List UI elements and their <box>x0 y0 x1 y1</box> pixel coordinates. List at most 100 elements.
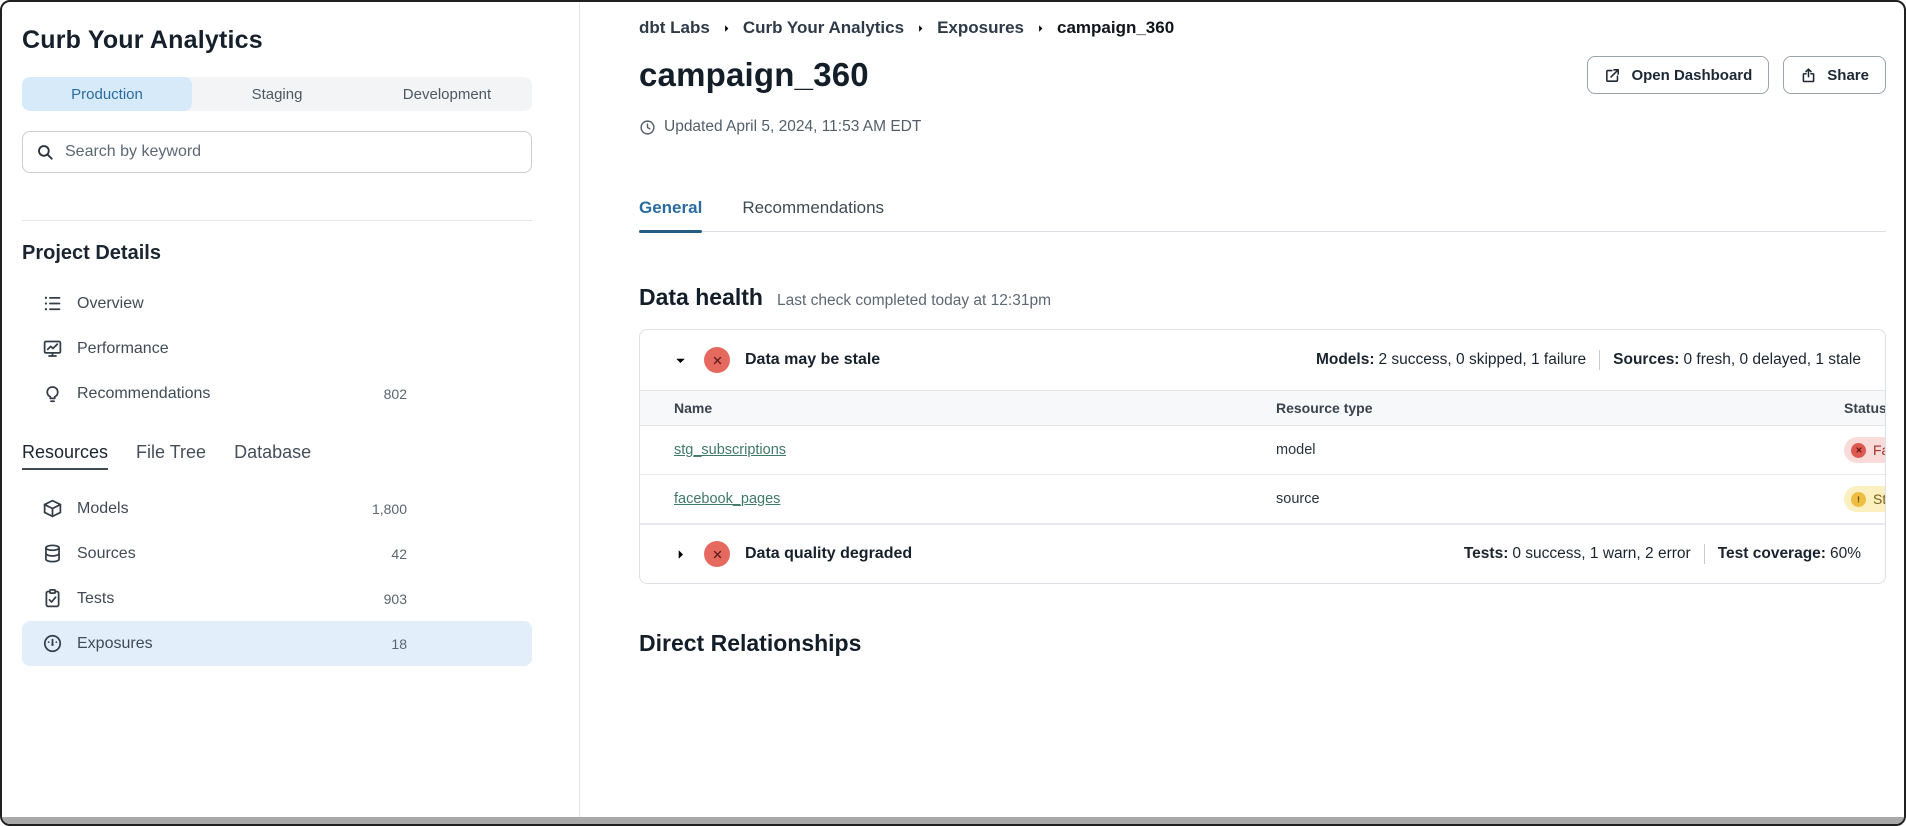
sidebar-item-overview[interactable]: Overview <box>22 281 532 326</box>
sidebar-divider <box>22 220 532 221</box>
stale-section-stats: Models:2 success, 0 skipped, 1 failure S… <box>1316 350 1861 370</box>
error-circle-icon <box>704 347 730 373</box>
search-input[interactable] <box>65 143 518 161</box>
list-icon <box>42 293 63 314</box>
share-icon <box>1800 67 1817 84</box>
env-tab-staging[interactable]: Staging <box>192 77 362 111</box>
cube-icon <box>42 498 63 519</box>
tests-count: 903 <box>384 591 407 607</box>
tab-file-tree[interactable]: File Tree <box>136 442 206 470</box>
sidebar-item-label: Models <box>77 500 129 518</box>
sidebar-item-sources[interactable]: Sources 42 <box>22 531 532 576</box>
failure-x-icon <box>1851 443 1866 458</box>
detail-tabs: General Recommendations <box>639 198 1886 232</box>
env-tab-production[interactable]: Production <box>22 77 192 111</box>
lightbulb-icon <box>42 383 63 404</box>
app-window: Curb Your Analytics Production Staging D… <box>0 0 1906 826</box>
stale-section-title: Data may be stale <box>745 351 880 369</box>
gauge-icon <box>42 633 63 654</box>
stale-section-header[interactable]: Data may be stale Models:2 success, 0 sk… <box>640 330 1885 390</box>
sidebar-item-label: Recommendations <box>77 385 210 403</box>
sidebar-item-label: Sources <box>77 545 136 563</box>
last-check-text: Last check completed today at 12:31pm <box>777 292 1051 310</box>
resource-link-stg-subscriptions[interactable]: stg_subscriptions <box>674 442 786 458</box>
column-status: Status <box>1810 391 1885 426</box>
project-details-list: Overview Performance <box>22 281 532 416</box>
stale-exclamation-icon <box>1851 492 1866 507</box>
recommendations-count: 802 <box>384 386 407 402</box>
sidebar-item-label: Performance <box>77 340 169 358</box>
chevron-right-icon <box>721 23 732 34</box>
horizontal-scrollbar[interactable] <box>2 817 1904 824</box>
exposures-count: 18 <box>391 636 407 652</box>
resource-type-cell: model <box>1242 426 1810 475</box>
breadcrumb-dbt-labs[interactable]: dbt Labs <box>639 18 710 38</box>
data-health-card: Data may be stale Models:2 success, 0 sk… <box>639 329 1886 584</box>
status-badge-stale: Stale <box>1844 486 1886 512</box>
models-stat: Models:2 success, 0 skipped, 1 failure <box>1316 351 1586 369</box>
project-details-heading: Project Details <box>22 242 532 265</box>
direct-relationships-heading: Direct Relationships <box>639 630 1886 657</box>
sidebar-item-tests[interactable]: Tests 903 <box>22 576 532 621</box>
monitor-chart-icon <box>42 338 63 359</box>
sidebar-item-label: Overview <box>77 295 144 313</box>
status-badge-failure: Failure <box>1844 437 1886 463</box>
resource-link-facebook-pages[interactable]: facebook_pages <box>674 491 780 507</box>
sidebar-item-exposures[interactable]: Exposures 18 <box>22 621 532 666</box>
sidebar-item-label: Tests <box>77 590 114 608</box>
title-actions: Open Dashboard Share <box>1587 56 1886 94</box>
table-row: stg_subscriptions model Failure <box>640 426 1885 475</box>
tab-resources[interactable]: Resources <box>22 442 108 470</box>
column-name: Name <box>640 391 1242 426</box>
resource-view-tabs: Resources File Tree Database <box>22 442 532 470</box>
breadcrumb-current: campaign_360 <box>1057 18 1174 38</box>
chevron-down-icon[interactable] <box>672 352 689 369</box>
search-icon <box>36 143 54 161</box>
table-row: facebook_pages source Stale <box>640 475 1885 524</box>
stale-resources-table: Name Resource type Status stg_subscripti… <box>640 390 1885 524</box>
stat-divider <box>1704 544 1705 564</box>
tests-stat: Tests:0 success, 1 warn, 2 error <box>1464 545 1691 563</box>
database-icon <box>42 543 63 564</box>
breadcrumb: dbt Labs Curb Your Analytics Exposures c… <box>639 18 1886 38</box>
sidebar-item-label: Exposures <box>77 635 153 653</box>
clipboard-check-icon <box>42 588 63 609</box>
main-content: dbt Labs Curb Your Analytics Exposures c… <box>580 2 1904 817</box>
chevron-right-icon[interactable] <box>672 546 689 563</box>
models-count: 1,800 <box>372 501 407 517</box>
sources-count: 42 <box>391 546 407 562</box>
coverage-stat: Test coverage:60% <box>1718 545 1861 563</box>
error-circle-icon <box>704 541 730 567</box>
clock-icon <box>639 119 656 136</box>
updated-timestamp: Updated April 5, 2024, 11:53 AM EDT <box>639 118 1886 136</box>
sidebar-item-recommendations[interactable]: Recommendations 802 <box>22 371 532 416</box>
chevron-right-icon <box>915 23 926 34</box>
project-title: Curb Your Analytics <box>22 26 532 55</box>
page-title: campaign_360 <box>639 56 869 94</box>
quality-section-stats: Tests:0 success, 1 warn, 2 error Test co… <box>1464 544 1861 564</box>
breadcrumb-exposures[interactable]: Exposures <box>937 18 1024 38</box>
data-health-heading: Data health <box>639 284 763 311</box>
env-tab-development[interactable]: Development <box>362 77 532 111</box>
open-dashboard-button[interactable]: Open Dashboard <box>1587 56 1769 94</box>
quality-section-header[interactable]: Data quality degraded Tests:0 success, 1… <box>640 524 1885 583</box>
tab-recommendations[interactable]: Recommendations <box>742 198 884 231</box>
tab-general[interactable]: General <box>639 198 702 231</box>
tab-database[interactable]: Database <box>234 442 311 470</box>
sidebar-item-models[interactable]: Models 1,800 <box>22 486 532 531</box>
environment-switcher: Production Staging Development <box>22 77 532 111</box>
table-header-row: Name Resource type Status <box>640 391 1885 426</box>
sidebar-item-performance[interactable]: Performance <box>22 326 532 371</box>
search-box[interactable] <box>22 131 532 173</box>
quality-section-title: Data quality degraded <box>745 545 912 563</box>
column-resource-type: Resource type <box>1242 391 1810 426</box>
breadcrumb-project[interactable]: Curb Your Analytics <box>743 18 904 38</box>
chevron-right-icon <box>1035 23 1046 34</box>
resource-type-cell: source <box>1242 475 1810 524</box>
stat-divider <box>1599 350 1600 370</box>
resources-list: Models 1,800 Sources 42 <box>22 486 532 666</box>
updated-text: Updated April 5, 2024, 11:53 AM EDT <box>664 118 921 136</box>
external-link-icon <box>1604 67 1621 84</box>
share-button[interactable]: Share <box>1783 56 1886 94</box>
share-label: Share <box>1827 67 1869 84</box>
